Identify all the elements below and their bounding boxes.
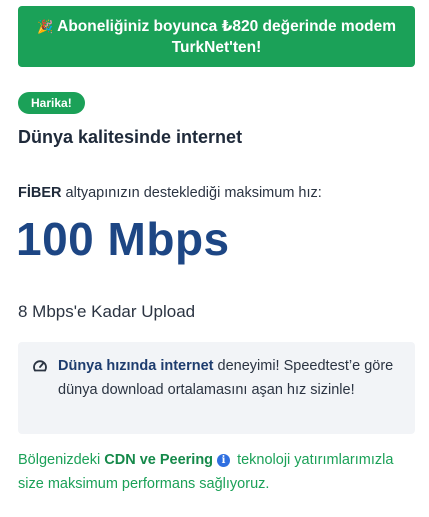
cdn-prefix: Bölgenizdeki [18,452,105,468]
speed-info-highlight: Dünya hızında internet [58,358,214,374]
party-popper-icon: 🎉 [36,18,54,34]
promo-banner-text: Aboneliğiniz boyunca ₺820 değerinde mode… [57,17,397,56]
max-speed-value: 100 Mbps [16,213,230,265]
cdn-info-text: Bölgenizdeki CDN ve Peering i teknoloji y… [18,448,418,496]
infrastructure-description: altyapınızın desteklediği maksimum hız: [61,185,322,201]
infrastructure-type: FİBER [18,185,62,201]
status-badge: Harika! [18,92,85,114]
section-title: Dünya kalitesinde internet [18,127,243,147]
speed-info-box: Dünya hızında internet deneyimi! Speedte… [18,342,415,434]
upload-speed: 8 Mbps'e Kadar Upload [18,302,196,321]
page: 🎉 Aboneliğiniz boyunca ₺820 değerinde mod… [0,0,429,517]
promo-banner[interactable]: 🎉 Aboneliğiniz boyunca ₺820 değerinde mod… [18,6,415,67]
cdn-highlight: CDN ve Peering [104,452,214,468]
info-icon[interactable]: i [217,454,231,467]
gauge-icon [33,360,47,372]
infrastructure-line: FİBER altyapınızın desteklediği maksimum… [18,185,322,201]
